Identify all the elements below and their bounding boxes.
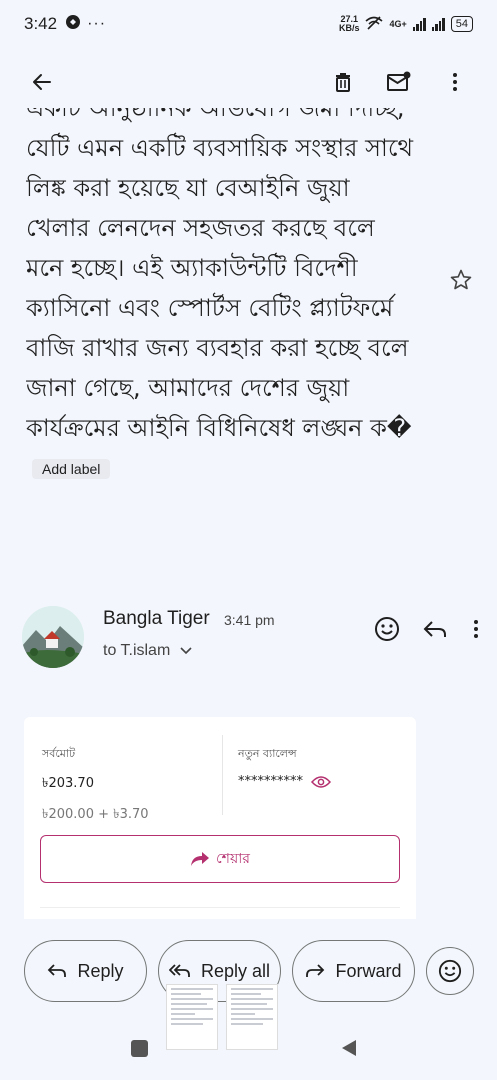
reply-icon (423, 621, 446, 637)
status-time: 3:42 (24, 14, 58, 33)
balance-label: নতুন ব্যালেন্স (238, 747, 297, 760)
net-speed: 27.1 KB/s (338, 14, 360, 33)
reply-icon (48, 964, 67, 977)
balance-hidden: ********** (238, 774, 303, 789)
avatar[interactable] (22, 606, 84, 668)
email-body: একটি আনুষ্ঠানিক অভিযোগ জমা দিচ্ছি, যেটি … (26, 108, 456, 568)
reply-label: Reply (77, 960, 124, 981)
emoji-icon (438, 959, 462, 983)
add-label-chip[interactable]: Add label (32, 459, 111, 479)
total-breakdown: ৳200.00 + ৳3.70 (42, 807, 149, 822)
reply-all-label: Reply all (200, 960, 271, 981)
balance-column: নতুন ব্যালেন্স ********** (238, 745, 331, 789)
share-label: শেয়ার (216, 851, 250, 867)
share-icon (191, 852, 209, 866)
more-options-button[interactable] (433, 60, 477, 104)
star-button[interactable] (449, 268, 473, 296)
recipients-toggle[interactable]: to T.islam (103, 642, 193, 660)
delete-button[interactable] (321, 60, 365, 104)
forward-icon (306, 964, 325, 977)
forward-button[interactable]: Forward (292, 940, 415, 1002)
signal-icon (412, 17, 426, 31)
share-button[interactable]: শেয়ার (40, 835, 400, 883)
arrow-left-icon (33, 74, 51, 90)
recents-button[interactable] (131, 1040, 148, 1057)
reply-button[interactable]: Reply (24, 940, 147, 1002)
total-label: সর্বমোট (42, 747, 76, 760)
reply-all-icon (168, 964, 190, 977)
email-text: একটি আনুষ্ঠানিক অভিযোগ জমা দিচ্ছি, যেটি … (26, 108, 456, 488)
email-body-text: একটি আনুষ্ঠানিক অভিযোগ জমা দিচ্ছি, যেটি … (26, 108, 414, 442)
status-dots: ··· (87, 15, 107, 32)
message-actions (374, 616, 482, 646)
app-bar (0, 56, 497, 108)
more-vert-icon (474, 620, 478, 638)
total-value: ৳203.70 (42, 776, 94, 791)
screenshot-thumbnail-1[interactable] (166, 984, 218, 1050)
receipt-bottom-divider (40, 907, 400, 908)
status-bar: 3:42 ··· 27.1 KB/s 4G+ 54 (0, 0, 497, 48)
mark-unread-button[interactable] (377, 60, 421, 104)
balance-value: ********** (238, 774, 331, 789)
receipt-card: সর্বমোট ৳203.70 ৳200.00 + ৳3.70 নতুন ব্য… (24, 717, 416, 919)
emoji-react-button[interactable] (374, 616, 400, 646)
eye-icon[interactable] (311, 775, 331, 789)
more-vert-icon (453, 73, 457, 91)
screenshot-thumbnail-2[interactable] (226, 984, 278, 1050)
forward-label: Forward (335, 960, 402, 981)
receipt-divider (222, 735, 223, 815)
mail-unread-icon (387, 71, 411, 91)
wifi-off-icon (365, 15, 384, 33)
star-icon (450, 269, 472, 290)
recipients-text: to T.islam (103, 642, 171, 659)
reply-icon-button[interactable] (422, 618, 448, 644)
back-button[interactable] (20, 60, 64, 104)
back-nav-icon[interactable] (340, 1038, 358, 1058)
trash-icon (336, 73, 350, 92)
notification-icon (65, 14, 81, 35)
sender-time: 3:41 pm (224, 612, 275, 628)
signal-icon-2 (431, 17, 445, 31)
battery-indicator: 54 (450, 16, 473, 32)
react-emoji-button[interactable] (426, 947, 474, 995)
chevron-down-icon (180, 647, 192, 655)
total-column: সর্বমোট ৳203.70 ৳200.00 + ৳3.70 (42, 745, 149, 826)
network-type: 4G+ (389, 19, 407, 29)
sender-name: Bangla Tiger (103, 608, 210, 629)
message-header: Bangla Tiger 3:41 pm to T.islam (22, 598, 482, 678)
message-more-button[interactable] (470, 617, 482, 645)
emoji-icon (375, 617, 399, 641)
